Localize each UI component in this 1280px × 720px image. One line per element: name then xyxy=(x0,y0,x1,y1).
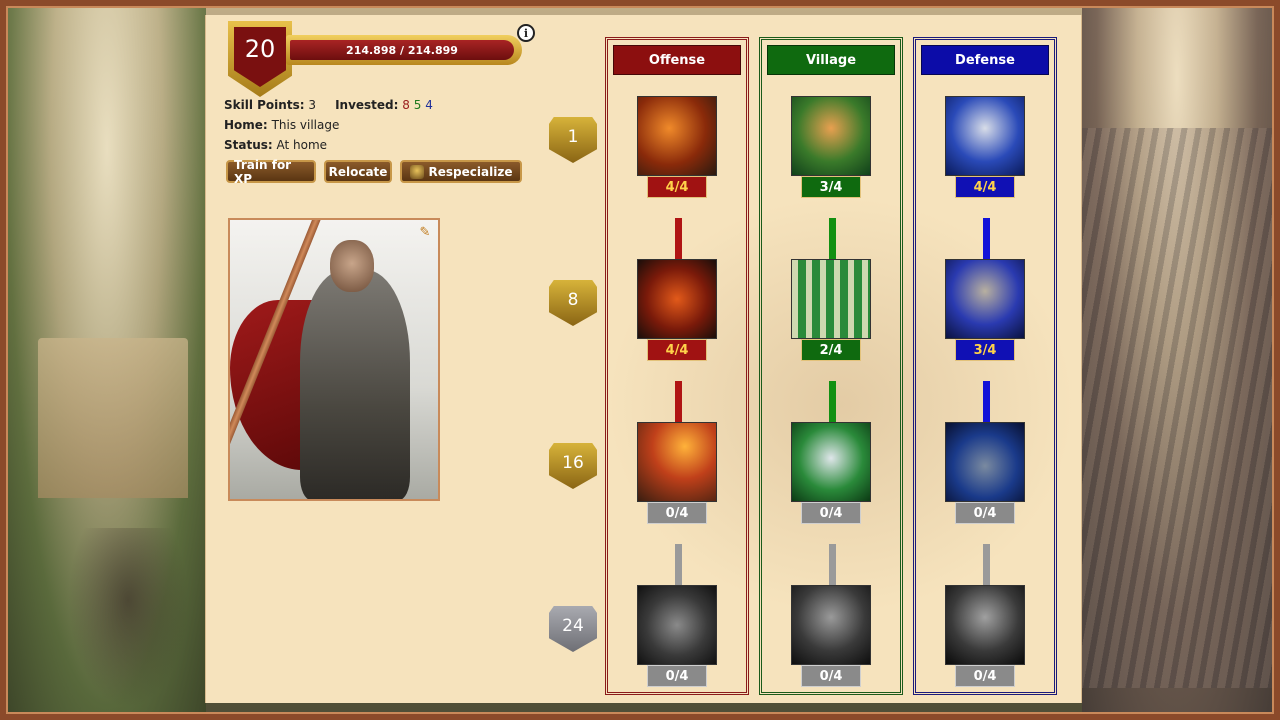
hero-portrait[interactable]: ✎ xyxy=(228,218,440,501)
home-label: Home: xyxy=(224,118,268,132)
status-value: At home xyxy=(276,138,328,152)
offense-skill-3-count: 0/4 xyxy=(647,502,707,524)
scaffolding-icon[interactable] xyxy=(791,259,871,339)
relocate-button[interactable]: Relocate xyxy=(324,160,392,183)
village-header: Village xyxy=(767,45,895,75)
respecialize-label: Respecialize xyxy=(428,164,513,179)
tier-badge-1: 1 xyxy=(549,117,597,163)
siege-ram-icon[interactable] xyxy=(637,585,717,665)
resource-cart-icon[interactable] xyxy=(791,96,871,176)
mounted-knight-icon[interactable] xyxy=(637,259,717,339)
relocate-label: Relocate xyxy=(328,164,388,179)
invested-label: Invested: xyxy=(335,98,399,112)
boiling-oil-icon[interactable] xyxy=(945,585,1025,665)
hero-level-shield: 20 xyxy=(228,21,292,97)
skill-points-value: 3 xyxy=(308,98,316,112)
offense-skill-2-count: 4/4 xyxy=(647,339,707,361)
hero-stats: Skill Points: 3 Invested: 8 5 4 Home: Th… xyxy=(224,95,433,155)
invested-village: 5 xyxy=(413,98,422,112)
archer-icon[interactable] xyxy=(791,422,871,502)
edit-portrait-icon[interactable]: ✎ xyxy=(418,226,432,240)
invested-defense: 4 xyxy=(425,98,433,112)
defense-header: Defense xyxy=(921,45,1049,75)
train-for-xp-button[interactable]: Train for XP xyxy=(226,157,316,186)
portrait-head xyxy=(330,240,374,292)
tier-badge-16: 16 xyxy=(549,443,597,489)
shield-knight-icon[interactable] xyxy=(945,96,1025,176)
train-for-xp-label: Train for XP xyxy=(234,157,292,186)
hero-panel: 20 214.898 / 214.899 i Skill Points: 3 I… xyxy=(205,15,1082,703)
village-skill-1-count: 3/4 xyxy=(801,176,861,198)
offense-column: Offense 4/4 4/4 0/4 0/4 xyxy=(605,37,749,695)
home-value: This village xyxy=(271,118,340,132)
tree-illustration xyxy=(68,528,188,708)
village-skill-3-count: 0/4 xyxy=(801,502,861,524)
portrait-armor xyxy=(300,270,410,499)
axe-warrior-icon[interactable] xyxy=(637,96,717,176)
respecialize-icon xyxy=(409,164,424,179)
skill-points-row: Skill Points: 3 Invested: 8 5 4 xyxy=(224,95,433,115)
xp-bar: 214.898 / 214.899 xyxy=(286,35,522,65)
status-row: Status: At home xyxy=(224,135,433,155)
defense-column: Defense 4/4 3/4 0/4 0/4 xyxy=(913,37,1057,695)
background-landscape-left xyxy=(8,8,206,712)
respecialize-button[interactable]: Respecialize xyxy=(400,160,522,183)
offense-skill-1-count: 4/4 xyxy=(647,176,707,198)
village-column: Village 3/4 2/4 0/4 0/4 xyxy=(759,37,903,695)
village-skill-4-count: 0/4 xyxy=(801,665,861,687)
home-row: Home: This village xyxy=(224,115,433,135)
fortress-icon[interactable] xyxy=(945,422,1025,502)
castle-illustration xyxy=(38,338,188,498)
defense-skill-4-count: 0/4 xyxy=(955,665,1015,687)
defense-skill-1-count: 4/4 xyxy=(955,176,1015,198)
defense-skill-2-count: 3/4 xyxy=(955,339,1015,361)
offense-skill-4-count: 0/4 xyxy=(647,665,707,687)
tier-badge-8: 8 xyxy=(549,280,597,326)
catapult-fire-icon[interactable] xyxy=(637,422,717,502)
spearman-icon[interactable] xyxy=(945,259,1025,339)
merchant-icon[interactable] xyxy=(791,585,871,665)
skill-points-label: Skill Points: xyxy=(224,98,305,112)
tier-badge-24: 24 xyxy=(549,606,597,652)
xp-text: 214.898 / 214.899 xyxy=(290,40,514,60)
army-illustration xyxy=(1082,128,1272,688)
info-icon[interactable]: i xyxy=(517,24,535,42)
offense-header: Offense xyxy=(613,45,741,75)
background-army-right xyxy=(1082,8,1272,712)
status-label: Status: xyxy=(224,138,273,152)
invested-offense: 8 xyxy=(402,98,410,112)
village-skill-2-count: 2/4 xyxy=(801,339,861,361)
defense-skill-3-count: 0/4 xyxy=(955,502,1015,524)
hero-level: 20 xyxy=(234,27,286,87)
